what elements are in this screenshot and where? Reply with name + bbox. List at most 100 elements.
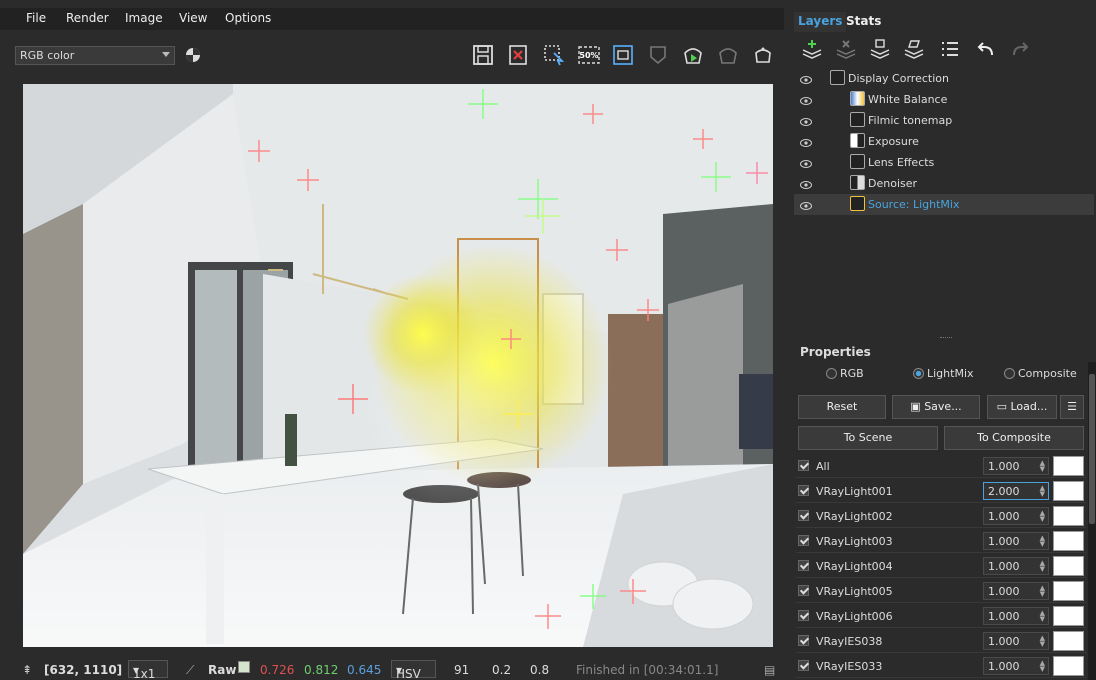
render-icon[interactable] [681,43,705,67]
eye-icon[interactable] [800,73,812,87]
tab-stats[interactable]: Stats [842,12,885,32]
menu-list-icon[interactable]: ☰ [1060,395,1084,419]
menu-options[interactable]: Options [225,11,271,25]
load-layers-icon[interactable] [902,38,926,62]
spinner-icon[interactable]: ▲ ▼ [1040,585,1045,598]
splitter-grip[interactable] [940,337,952,340]
zoom-select[interactable]: 1x1 ▾ [128,660,168,680]
layer-row[interactable]: Display Correction [794,68,1094,89]
light-color-swatch[interactable] [1053,456,1084,476]
menu-view[interactable]: View [179,11,207,25]
light-checkbox[interactable] [798,610,809,621]
light-intensity[interactable]: 2.000 ▲ ▼ [983,482,1049,500]
spinner-icon[interactable]: ▲ ▼ [1040,460,1045,473]
light-color-swatch[interactable] [1053,656,1084,676]
light-checkbox[interactable] [798,635,809,646]
delete-layer-icon[interactable] [834,38,858,62]
to-composite-button[interactable]: To Composite [944,426,1084,450]
layer-row[interactable]: Lens Effects [794,152,1094,173]
layer-row[interactable]: Filmic tonemap [794,110,1094,131]
panel-splitter[interactable] [784,0,794,680]
light-checkbox[interactable] [798,585,809,596]
frame-icon[interactable] [611,43,635,67]
light-intensity[interactable]: 1.000 ▲ ▼ [983,632,1049,650]
tab-layers[interactable]: Layers [794,12,847,32]
eye-icon[interactable] [800,157,812,171]
light-color-swatch[interactable] [1053,556,1084,576]
eye-icon[interactable] [800,136,812,150]
layer-row-selected[interactable]: Source: LightMix [794,194,1094,215]
light-color-swatch[interactable] [1053,606,1084,626]
light-intensity[interactable]: 1.000 ▲ ▼ [983,582,1049,600]
light-intensity[interactable]: 1.000 ▲ ▼ [983,557,1049,575]
load-button[interactable]: ▭ Load... [987,395,1057,419]
render-viewport[interactable] [23,84,773,647]
undo-icon[interactable] [974,38,998,62]
properties-scrollbar[interactable] [1088,362,1096,680]
light-intensity[interactable]: 1.000 ▲ ▼ [983,607,1049,625]
layer-row[interactable]: Exposure [794,131,1094,152]
console-icon[interactable]: ▤ [764,663,775,677]
raw-mode-label: Raw [208,663,237,677]
eye-icon[interactable] [800,178,812,192]
save-icon[interactable] [471,43,495,67]
menu-file[interactable]: File [26,11,46,25]
interactive-render-icon[interactable] [716,43,740,67]
colorspace-select[interactable]: HSV ▾ [391,660,436,680]
eye-icon[interactable] [800,199,812,213]
light-checkbox[interactable] [798,535,809,546]
spinner-icon[interactable]: ▲ ▼ [1040,535,1045,548]
menu-render[interactable]: Render [66,11,109,25]
light-checkbox[interactable] [798,485,809,496]
light-color-swatch[interactable] [1053,531,1084,551]
light-color-swatch[interactable] [1053,506,1084,526]
layer-label: White Balance [868,93,948,106]
channel-select[interactable]: RGB color [15,46,175,65]
spinner-icon[interactable]: ▲ ▼ [1040,660,1045,673]
spinner-icon[interactable]: ▲ ▼ [1040,485,1045,498]
eye-icon[interactable] [800,115,812,129]
to-scene-button[interactable]: To Scene [798,426,938,450]
light-color-swatch[interactable] [1053,581,1084,601]
spinner-icon[interactable]: ▲ ▼ [1040,635,1045,648]
region-icon[interactable] [542,43,566,67]
redo-icon[interactable] [1008,38,1032,62]
light-checkbox[interactable] [798,460,809,471]
light-color-swatch[interactable] [1053,481,1084,501]
eye-icon[interactable] [800,94,812,108]
eyedropper-icon[interactable]: ⟋ [186,663,194,678]
radio-composite[interactable] [1004,368,1015,379]
save-button[interactable]: ▣ Save... [892,395,980,419]
filmic-icon [850,112,865,127]
layer-row[interactable]: Denoiser [794,173,1094,194]
add-layer-icon[interactable] [800,38,824,62]
layer-presets-icon[interactable] [938,38,962,62]
radio-rgb[interactable] [826,368,837,379]
pixel-r: 0.726 [260,663,295,677]
save-layers-icon[interactable] [868,38,892,62]
spinner-icon[interactable]: ▲ ▼ [1040,510,1045,523]
track-icon[interactable] [646,43,670,67]
light-checkbox[interactable] [798,560,809,571]
light-intensity[interactable]: 1.000 ▲ ▼ [983,507,1049,525]
radio-lightmix[interactable] [913,368,924,379]
spinner-icon[interactable]: ▲ ▼ [1040,560,1045,573]
reset-button[interactable]: Reset [798,395,886,419]
color-picker-icon[interactable] [185,47,201,63]
scale-50-icon[interactable]: 50% [577,43,601,67]
spinner-icon[interactable]: ▲ ▼ [1040,610,1045,623]
light-checkbox[interactable] [798,510,809,521]
light-intensity[interactable]: 1.000 ▲ ▼ [983,532,1049,550]
lightbulb-icon [850,196,865,211]
light-intensity[interactable]: 1.000 ▲ ▼ [983,457,1049,475]
clear-icon[interactable] [506,43,530,67]
teapot-icon[interactable] [751,43,775,67]
light-color-swatch[interactable] [1053,631,1084,651]
menu-image[interactable]: Image [125,11,163,25]
light-intensity[interactable]: 1.000 ▲ ▼ [983,657,1049,675]
pin-icon[interactable]: ⇞ [22,663,32,677]
scrollbar-thumb[interactable] [1089,374,1095,524]
layer-row[interactable]: White Balance [794,89,1094,110]
light-checkbox[interactable] [798,660,809,671]
pixel-color-swatch [238,661,250,673]
